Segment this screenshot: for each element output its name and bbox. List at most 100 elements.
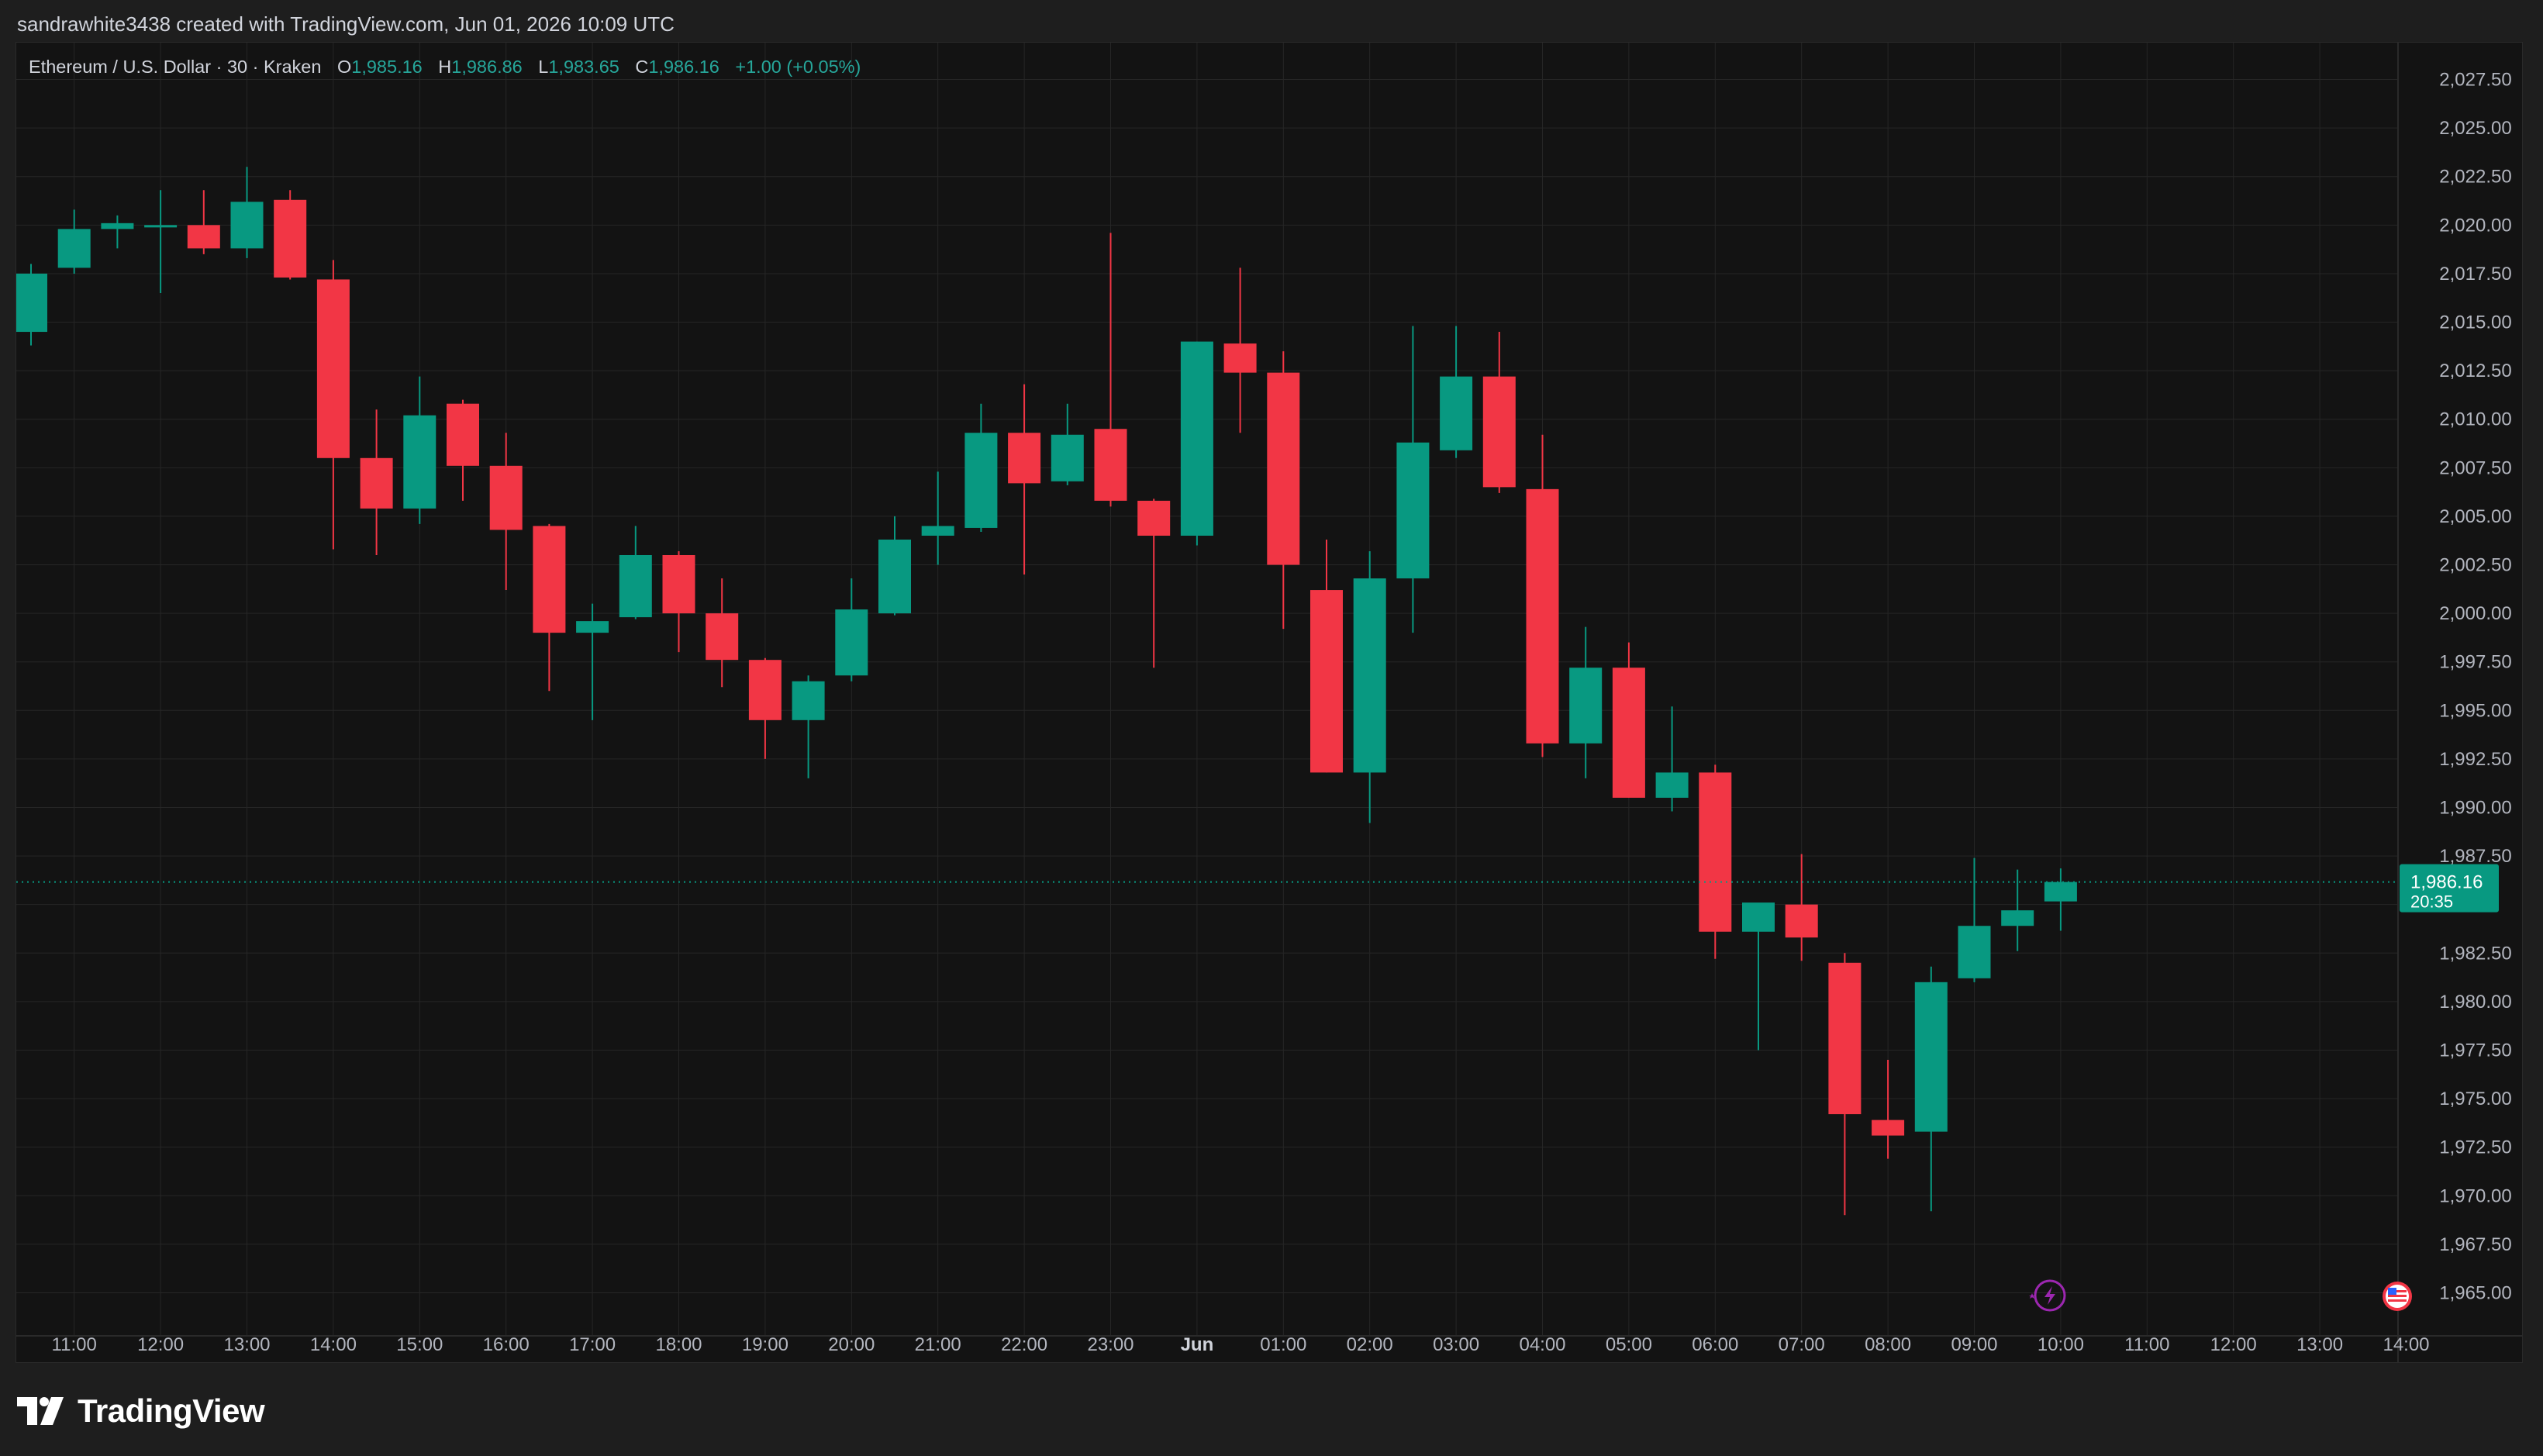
price-tick-label: 2,015.00 bbox=[2439, 312, 2511, 333]
ohlc-legend: Ethereum / U.S. Dollar · 30 · Kraken O1,… bbox=[29, 57, 861, 78]
price-chart[interactable]: 1,986.1620:35 1,965.001,967.501,970.001,… bbox=[16, 43, 2522, 1362]
candles bbox=[16, 167, 2077, 1216]
open-value: 1,985.16 bbox=[351, 57, 423, 77]
price-tick-label: 1,975.00 bbox=[2439, 1089, 2511, 1109]
candle-body bbox=[1223, 343, 1257, 373]
time-tick-label: 06:00 bbox=[1692, 1334, 1738, 1355]
time-tick-label: 14:00 bbox=[2383, 1334, 2429, 1355]
high-label: H bbox=[438, 57, 452, 77]
time-tick-label: Jun bbox=[1181, 1334, 1214, 1355]
price-tick-label: 1,982.50 bbox=[2439, 943, 2511, 964]
price-tick-label: 1,997.50 bbox=[2439, 652, 2511, 673]
time-tick-label: 05:00 bbox=[1606, 1334, 1652, 1355]
price-tick-label: 1,977.50 bbox=[2439, 1040, 2511, 1061]
candle-body bbox=[1353, 578, 1386, 773]
chart-attribution: sandrawhite3438 created with TradingView… bbox=[17, 12, 675, 36]
time-tick-label: 22:00 bbox=[1001, 1334, 1047, 1355]
price-tick-label: 2,025.00 bbox=[2439, 118, 2511, 139]
candle-body bbox=[1828, 962, 1862, 1115]
time-tick-label: 19:00 bbox=[742, 1334, 788, 1355]
price-tick-label: 1,967.50 bbox=[2439, 1234, 2511, 1255]
candle-body bbox=[144, 225, 178, 228]
candle-body bbox=[447, 403, 479, 466]
candle-body bbox=[1742, 902, 1775, 932]
candle-body bbox=[662, 554, 695, 614]
candle-body bbox=[1655, 772, 1689, 798]
price-tick-label: 2,007.50 bbox=[2439, 457, 2511, 478]
time-tick-label: 18:00 bbox=[655, 1334, 702, 1355]
candle-body bbox=[1612, 668, 1645, 798]
price-tick-label: 2,020.00 bbox=[2439, 215, 2511, 236]
candle-body bbox=[706, 613, 739, 661]
candle-body bbox=[316, 279, 350, 458]
candle-body bbox=[576, 621, 609, 633]
candle-body bbox=[964, 433, 998, 528]
price-tick-label: 1,992.50 bbox=[2439, 749, 2511, 770]
candle-body bbox=[1094, 429, 1127, 501]
time-tick-label: 12:00 bbox=[137, 1334, 184, 1355]
candle-body bbox=[1008, 433, 1041, 484]
price-tick-label: 2,022.50 bbox=[2439, 167, 2511, 188]
time-tick-label: 04:00 bbox=[1519, 1334, 1565, 1355]
price-tick-label: 1,972.50 bbox=[2439, 1137, 2511, 1158]
time-tick-label: 21:00 bbox=[915, 1334, 961, 1355]
bar-countdown: 20:35 bbox=[2410, 892, 2453, 912]
high-value: 1,986.86 bbox=[451, 57, 523, 77]
us-flag-icon[interactable] bbox=[2383, 1282, 2412, 1311]
candle-body bbox=[619, 554, 652, 618]
time-tick-label: 15:00 bbox=[396, 1334, 443, 1355]
price-tick-label: 2,002.50 bbox=[2439, 555, 2511, 576]
price-tick-label: 1,987.50 bbox=[2439, 846, 2511, 867]
candle-body bbox=[403, 415, 436, 509]
time-tick-label: 02:00 bbox=[1347, 1334, 1393, 1355]
candle-body bbox=[1137, 500, 1171, 536]
candle-body bbox=[748, 660, 782, 720]
open-label: O bbox=[336, 57, 352, 77]
time-tick-label: 12:00 bbox=[2210, 1334, 2257, 1355]
low-label: L bbox=[538, 57, 549, 77]
time-tick-label: 16:00 bbox=[483, 1334, 530, 1355]
candle-body bbox=[1958, 926, 1991, 978]
candle-body bbox=[1180, 341, 1213, 536]
time-tick-label: 13:00 bbox=[223, 1334, 270, 1355]
candle-body bbox=[2044, 882, 2077, 902]
time-tick-label: 03:00 bbox=[1433, 1334, 1479, 1355]
candle-body bbox=[187, 225, 220, 249]
candle-body bbox=[1526, 488, 1559, 744]
time-tick-label: 11:00 bbox=[2124, 1334, 2169, 1355]
candle-body bbox=[1699, 772, 1732, 932]
candle-body bbox=[792, 681, 825, 720]
candle-body bbox=[1914, 982, 1948, 1132]
price-tick-label: 2,027.50 bbox=[2439, 70, 2511, 91]
time-tick-label: 07:00 bbox=[1779, 1334, 1825, 1355]
tradingview-logo-icon bbox=[17, 1397, 64, 1425]
time-tick-label: 10:00 bbox=[2038, 1334, 2084, 1355]
grid-lines bbox=[16, 43, 2398, 1336]
candle-body bbox=[1396, 442, 1430, 579]
chart-pane[interactable]: 1,986.16 20:35 1,965.00 1,967.50 1,970.00 1,… bbox=[16, 42, 2523, 1363]
symbol-label[interactable]: Ethereum / U.S. Dollar · 30 · Kraken bbox=[29, 57, 321, 77]
price-tick-label: 2,005.00 bbox=[2439, 506, 2511, 527]
candle-body bbox=[1440, 376, 1473, 450]
candle-body bbox=[1785, 904, 1818, 938]
candle-body bbox=[1482, 376, 1516, 488]
lightning-icon[interactable] bbox=[2029, 1279, 2066, 1312]
time-axis: 11:00 12:00 13:00 14:00 15:00 16:00 17:00 18:00… bbox=[16, 1334, 2522, 1355]
time-tick-label: 20:00 bbox=[828, 1334, 875, 1355]
close-label: C bbox=[635, 57, 649, 77]
brand-name[interactable]: TradingView bbox=[78, 1392, 265, 1430]
candle-body bbox=[921, 526, 954, 536]
time-tick-label: 14:00 bbox=[310, 1334, 357, 1355]
candle-body bbox=[57, 229, 91, 268]
candle-body bbox=[1569, 668, 1603, 744]
time-tick-label: 11:00 bbox=[52, 1334, 97, 1355]
candle-body bbox=[878, 539, 911, 614]
time-tick-label: 08:00 bbox=[1865, 1334, 1911, 1355]
price-tick-label: 2,017.50 bbox=[2439, 264, 2511, 285]
price-tick-label: 1,965.00 bbox=[2439, 1282, 2511, 1303]
candle-body bbox=[1310, 590, 1343, 773]
price-tick-label: 1,970.00 bbox=[2439, 1185, 2511, 1206]
candle-body bbox=[2001, 910, 2034, 926]
candle-body bbox=[230, 202, 264, 249]
candle-body bbox=[489, 465, 523, 530]
